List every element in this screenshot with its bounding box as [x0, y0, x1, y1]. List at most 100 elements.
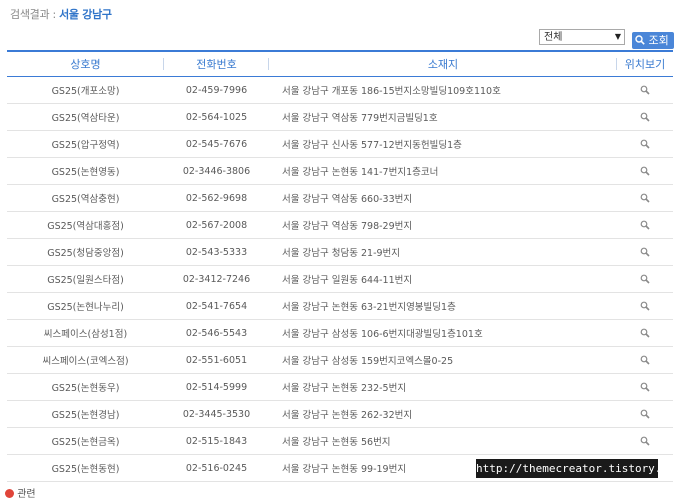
store-name: GS25(개포소망): [7, 76, 164, 104]
bullet-icon: [5, 489, 14, 498]
store-address: 서울 강남구 논현동 141-7번지1층코너: [269, 157, 617, 185]
store-phone: 02-514-5999: [164, 373, 269, 401]
store-address: 서울 강남구 논현동 232-5번지: [269, 373, 617, 401]
magnifier-icon: [640, 382, 650, 392]
view-location-button[interactable]: [617, 265, 673, 293]
magnifier-icon: [640, 112, 650, 122]
store-address: 서울 강남구 일원동 644-11번지: [269, 265, 617, 293]
table-row: GS25(역삼충현) 02-562-9698 서울 강남구 역삼동 660-33번지: [7, 184, 673, 212]
store-address: 서울 강남구 신사동 577-12번지동헌빌딩1층: [269, 130, 617, 158]
magnifier-icon: [640, 193, 650, 203]
search-result-label: 검색결과 :: [10, 8, 56, 21]
store-name: 씨스페이스(코엑스점): [7, 346, 164, 374]
store-phone: 02-515-1843: [164, 427, 269, 455]
store-address: 서울 강남구 역삼동 798-29번지: [269, 211, 617, 239]
store-name: GS25(청담중앙점): [7, 238, 164, 266]
table-row: GS25(논현동우) 02-514-5999 서울 강남구 논현동 232-5번지: [7, 373, 673, 401]
column-header-name: 상호명: [7, 50, 164, 77]
table-row: GS25(논현금옥) 02-515-1843 서울 강남구 논현동 56번지: [7, 427, 673, 455]
magnifier-icon: [640, 409, 650, 419]
table-row: GS25(논현경남) 02-3445-3530 서울 강남구 논현동 262-32번…: [7, 400, 673, 428]
store-phone: 02-551-6051: [164, 346, 269, 374]
dropdown-arrow-icon: ▼: [614, 32, 621, 41]
store-phone: 02-567-2008: [164, 211, 269, 239]
table-row: 씨스페이스(코엑스점) 02-551-6051 서울 강남구 삼성동 159번지코엑…: [7, 346, 673, 374]
bottom-note: 관련: [5, 485, 36, 500]
table-header-row: 상호명 전화번호 소재지 위치보기: [7, 50, 673, 77]
search-icon: [635, 35, 645, 45]
table-row: GS25(역삼대홍점) 02-567-2008 서울 강남구 역삼동 798-29번…: [7, 211, 673, 239]
store-address: 서울 강남구 역삼동 779번지금빌딩1호: [269, 103, 617, 131]
store-address: 서울 강남구 역삼동 660-33번지: [269, 184, 617, 212]
store-name: GS25(역삼충현): [7, 184, 164, 212]
column-header-phone: 전화번호: [164, 50, 269, 77]
store-address: 서울 강남구 개포동 186-15번지소망빌딩109호110호: [269, 76, 617, 104]
search-button[interactable]: 조회: [632, 32, 674, 49]
table-row: GS25(논현나누리) 02-541-7654 서울 강남구 논현동 63-21번지…: [7, 292, 673, 320]
store-name: GS25(논현동우): [7, 373, 164, 401]
magnifier-icon: [640, 139, 650, 149]
store-name: GS25(논현동현): [7, 454, 164, 482]
table-row: GS25(일원스타점) 02-3412-7246 서울 강남구 일원동 644-11…: [7, 265, 673, 293]
store-name: GS25(논현경남): [7, 400, 164, 428]
store-phone: 02-541-7654: [164, 292, 269, 320]
store-name: GS25(일원스타점): [7, 265, 164, 293]
table-row: GS25(역삼타운) 02-564-1025 서울 강남구 역삼동 779번지금빌딩…: [7, 103, 673, 131]
view-location-button[interactable]: [617, 238, 673, 266]
store-phone: 02-3445-3530: [164, 400, 269, 428]
store-phone: 02-564-1025: [164, 103, 269, 131]
column-header-location: 위치보기: [617, 50, 673, 77]
store-name: GS25(논현나누리): [7, 292, 164, 320]
view-location-button[interactable]: [617, 130, 673, 158]
table-row: GS25(압구정역) 02-545-7676 서울 강남구 신사동 577-12번지…: [7, 130, 673, 158]
magnifier-icon: [640, 355, 650, 365]
table-body: GS25(개포소망) 02-459-7996 서울 강남구 개포동 186-15번지…: [7, 76, 673, 482]
search-result-region: 서울 강남구: [59, 8, 112, 21]
store-table: 상호명 전화번호 소재지 위치보기 GS25(개포소망) 02-459-7996 서…: [7, 50, 673, 482]
magnifier-icon: [640, 274, 650, 284]
view-location-button[interactable]: [617, 373, 673, 401]
view-location-button[interactable]: [617, 211, 673, 239]
view-location-button[interactable]: [617, 76, 673, 104]
store-name: GS25(압구정역): [7, 130, 164, 158]
column-header-address: 소재지: [269, 50, 617, 77]
store-phone: 02-459-7996: [164, 76, 269, 104]
store-name: GS25(논현금옥): [7, 427, 164, 455]
table-row: GS25(청담중앙점) 02-543-5333 서울 강남구 청담동 21-9번지: [7, 238, 673, 266]
view-location-button[interactable]: [617, 292, 673, 320]
view-location-button[interactable]: [617, 157, 673, 185]
magnifier-icon: [640, 85, 650, 95]
magnifier-icon: [640, 166, 650, 176]
magnifier-icon: [640, 436, 650, 446]
magnifier-icon: [640, 328, 650, 338]
store-address: 서울 강남구 청담동 21-9번지: [269, 238, 617, 266]
table-row: 씨스페이스(삼성1점) 02-546-5543 서울 강남구 삼성동 106-6번지…: [7, 319, 673, 347]
magnifier-icon: [640, 301, 650, 311]
store-name: GS25(논현영동): [7, 157, 164, 185]
search-button-label: 조회: [648, 34, 669, 47]
view-location-button[interactable]: [617, 427, 673, 455]
view-location-button[interactable]: [617, 400, 673, 428]
store-address: 서울 강남구 논현동 56번지: [269, 427, 617, 455]
store-phone: 02-562-9698: [164, 184, 269, 212]
store-address: 서울 강남구 논현동 262-32번지: [269, 400, 617, 428]
magnifier-icon: [640, 220, 650, 230]
view-location-button[interactable]: [617, 319, 673, 347]
table-row: GS25(논현영동) 02-3446-3806 서울 강남구 논현동 141-7번지…: [7, 157, 673, 185]
filter-selected-value: 전체: [544, 32, 563, 43]
store-phone: 02-546-5543: [164, 319, 269, 347]
store-phone: 02-3446-3806: [164, 157, 269, 185]
store-address: 서울 강남구 삼성동 106-6번지대광빌딩1층101호: [269, 319, 617, 347]
store-phone: 02-545-7676: [164, 130, 269, 158]
store-phone: 02-3412-7246: [164, 265, 269, 293]
magnifier-icon: [640, 247, 650, 257]
store-name: GS25(역삼대홍점): [7, 211, 164, 239]
view-location-button[interactable]: [617, 346, 673, 374]
store-phone: 02-516-0245: [164, 454, 269, 482]
store-address: 서울 강남구 삼성동 159번지코엑스몰0-25: [269, 346, 617, 374]
view-location-button[interactable]: [617, 184, 673, 212]
watermark: http://themecreator.tistory.com: [476, 459, 680, 478]
store-phone: 02-543-5333: [164, 238, 269, 266]
filter-select[interactable]: 전체 ▼: [539, 29, 625, 45]
view-location-button[interactable]: [617, 103, 673, 131]
